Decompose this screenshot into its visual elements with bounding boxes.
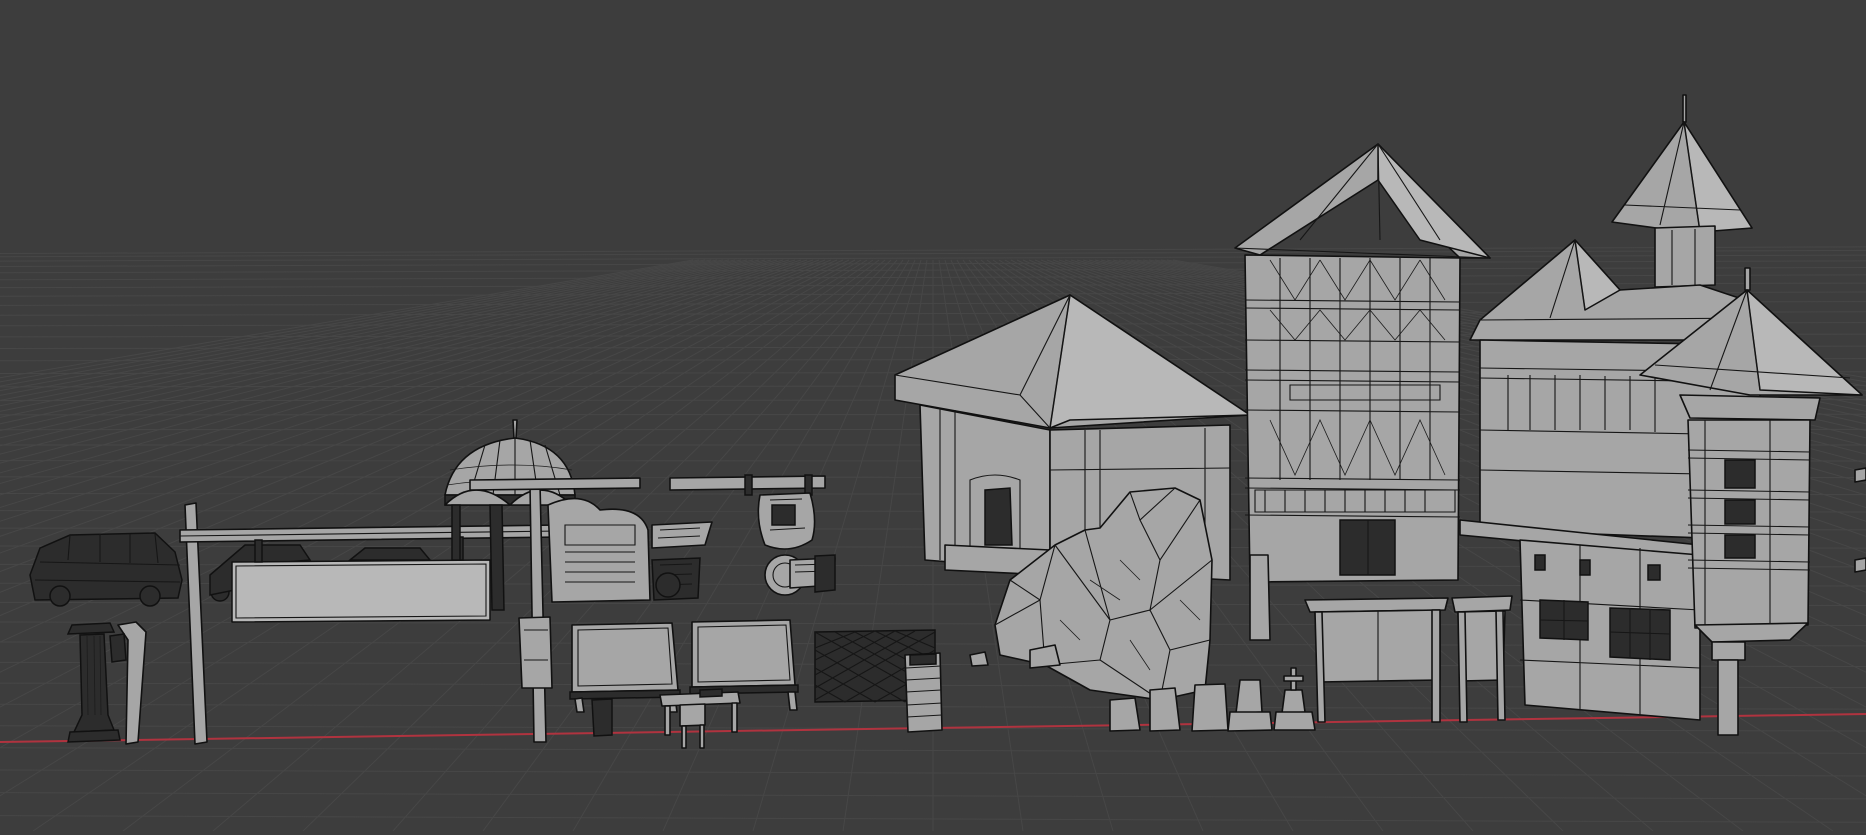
grid-line xyxy=(843,260,927,831)
chair-model[interactable] xyxy=(680,704,705,748)
castle-building-model[interactable] xyxy=(1460,95,1866,735)
bench-model[interactable] xyxy=(790,555,835,592)
market-stall-model[interactable] xyxy=(652,522,712,600)
3d-viewport[interactable] xyxy=(0,0,1866,831)
tudor-tower-model[interactable] xyxy=(1235,144,1490,640)
crate-stack-model[interactable] xyxy=(905,653,942,732)
billboard-left-model[interactable] xyxy=(570,623,680,736)
tall-sign-model[interactable] xyxy=(1452,596,1512,722)
bulletin-board-model[interactable] xyxy=(1305,598,1448,722)
